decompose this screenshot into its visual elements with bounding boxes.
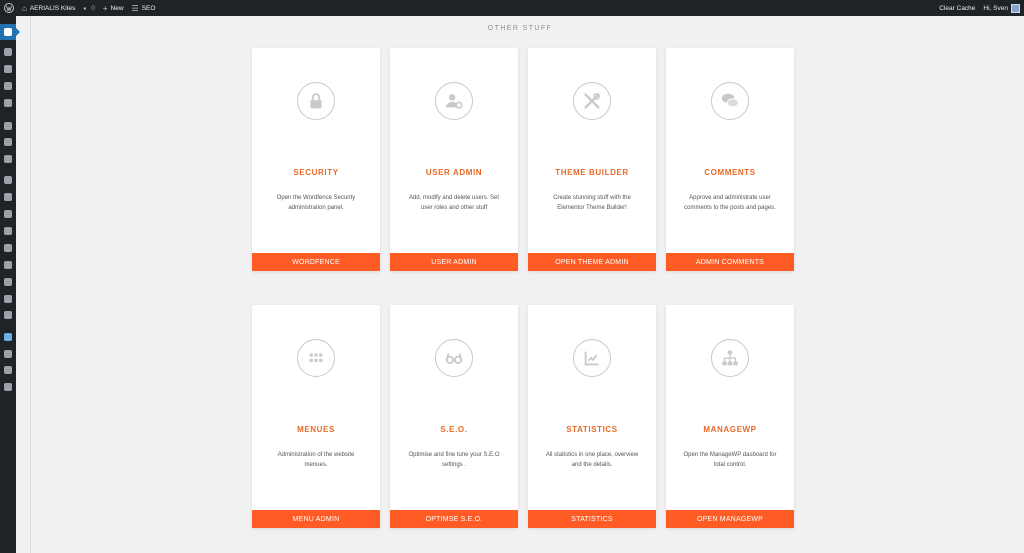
plus-icon: + — [102, 3, 108, 13]
card-description: Create stunning stuff with the Elementor… — [553, 195, 631, 211]
card-title: MANAGEWP — [703, 425, 757, 434]
vue-icon[interactable] — [4, 366, 12, 374]
card-description: Administration of the website menues. — [277, 452, 355, 468]
card-description: Open the Wordfence Security administrati… — [276, 195, 356, 211]
section-title: OTHER STUFF — [487, 25, 553, 32]
layout-icon[interactable] — [4, 295, 12, 303]
home-icon: ⌂ — [22, 3, 27, 13]
user-gear-icon — [435, 82, 473, 120]
seo-link[interactable]: ☰ SEO — [128, 0, 160, 16]
dashboard-icon — [4, 28, 12, 36]
play-icon[interactable] — [4, 383, 12, 391]
card-title: USER ADMIN — [425, 168, 483, 177]
avatar — [1011, 3, 1020, 13]
card-description: Optimise and fine tune your S.E.O settin… — [408, 452, 500, 468]
glasses-icon — [435, 339, 473, 377]
pages-icon[interactable] — [4, 82, 12, 90]
comments-link[interactable]: ▪ 0 — [79, 0, 98, 16]
card-comments: COMMENTS Approve and administrate user c… — [666, 48, 794, 271]
open-theme-admin-button[interactable]: OPEN THEME ADMIN — [528, 253, 656, 271]
tools-icon[interactable] — [4, 244, 12, 252]
site-name-link[interactable]: ⌂ AERIALIS Kites — [18, 0, 79, 16]
plugins-icon[interactable] — [4, 210, 12, 218]
settings-icon[interactable] — [4, 261, 12, 269]
card-managewp: MANAGEWP Open the ManageWP dasboard for … — [666, 305, 794, 528]
sitemap-icon — [711, 339, 749, 377]
seo-icon: ☰ — [131, 3, 139, 13]
pie-chart-icon[interactable] — [4, 350, 12, 358]
card-security: SECURITY Open the Wordfence Security adm… — [252, 48, 380, 271]
chart-icon — [573, 339, 611, 377]
content-divider — [30, 16, 31, 553]
elementor-icon[interactable] — [4, 122, 12, 130]
card-title: SECURITY — [293, 168, 339, 177]
card-title: THEME BUILDER — [555, 168, 629, 177]
sidebar-item-dashboard[interactable] — [0, 24, 20, 40]
feedback-icon[interactable] — [4, 176, 12, 184]
card-title: STATISTICS — [566, 425, 618, 434]
user-admin-button[interactable]: USER ADMIN — [390, 253, 518, 271]
posts-icon[interactable] — [4, 48, 12, 56]
card-description: Open the ManageWP dasboard for total con… — [683, 452, 777, 468]
admin-comments-button[interactable]: ADMIN COMMENTS — [666, 253, 794, 271]
wordfence-button[interactable]: WORDFENCE — [252, 253, 380, 271]
templates-icon[interactable] — [4, 155, 12, 163]
grid-icon — [297, 339, 335, 377]
lock-icon — [297, 82, 335, 120]
clear-cache-link[interactable]: Clear Cache — [935, 0, 979, 16]
card-title: COMMENTS — [704, 168, 756, 177]
card-description: Add, modify and delete users. Set user r… — [408, 195, 500, 211]
card-user-admin: USER ADMIN Add, modify and delete users.… — [390, 48, 518, 271]
seo-label: SEO — [141, 4, 156, 12]
chat-bubbles-icon — [711, 82, 749, 120]
admin-sidebar — [0, 16, 20, 553]
new-label: New — [110, 4, 124, 12]
card-menues: MENUES Administration of the website men… — [252, 305, 380, 528]
clear-cache-label: Clear Cache — [939, 4, 976, 12]
new-content-link[interactable]: + New — [99, 0, 128, 16]
custom-dashboard-icon[interactable] — [4, 333, 12, 341]
optimise-seo-button[interactable]: OPTIMSE S.E.O. — [390, 510, 518, 528]
table-icon[interactable] — [4, 278, 12, 286]
card-statistics: STATISTICS All statistics in one place, … — [528, 305, 656, 528]
users-icon[interactable] — [4, 227, 12, 235]
admin-bar: ⌂ AERIALIS Kites ▪ 0 + New ☰ SEO Clear C… — [0, 0, 1024, 16]
seo-menu-icon[interactable] — [4, 311, 12, 319]
comments-icon[interactable] — [4, 99, 12, 107]
card-title: S.E.O. — [440, 425, 468, 434]
greeting: Hi, Sven — [983, 4, 1008, 12]
comments-count: 0 — [91, 4, 95, 12]
folders-icon[interactable] — [4, 138, 12, 146]
site-name: AERIALIS Kites — [29, 4, 76, 12]
card-description: Approve and administrate user comments t… — [684, 195, 776, 211]
statistics-button[interactable]: STATISTICS — [528, 510, 656, 528]
open-managewp-button[interactable]: OPEN MANAGEWP — [666, 510, 794, 528]
menu-admin-button[interactable]: MENU ADMIN — [252, 510, 380, 528]
my-account-link[interactable]: Hi, Sven — [979, 0, 1024, 16]
media-icon[interactable] — [4, 65, 12, 73]
card-description: All statistics in one place, overview an… — [545, 452, 639, 468]
card-seo: S.E.O. Optimise and fine tune your S.E.O… — [390, 305, 518, 528]
comment-icon: ▪ — [83, 3, 87, 13]
tools-icon — [573, 82, 611, 120]
card-theme-builder: THEME BUILDER Create stunning stuff with… — [528, 48, 656, 271]
wordpress-logo-icon[interactable] — [0, 0, 18, 16]
appearance-icon[interactable] — [4, 193, 12, 201]
main-content: OTHER STUFF SECURITY Open the Wordfence … — [16, 16, 1024, 553]
card-title: MENUES — [297, 425, 335, 434]
